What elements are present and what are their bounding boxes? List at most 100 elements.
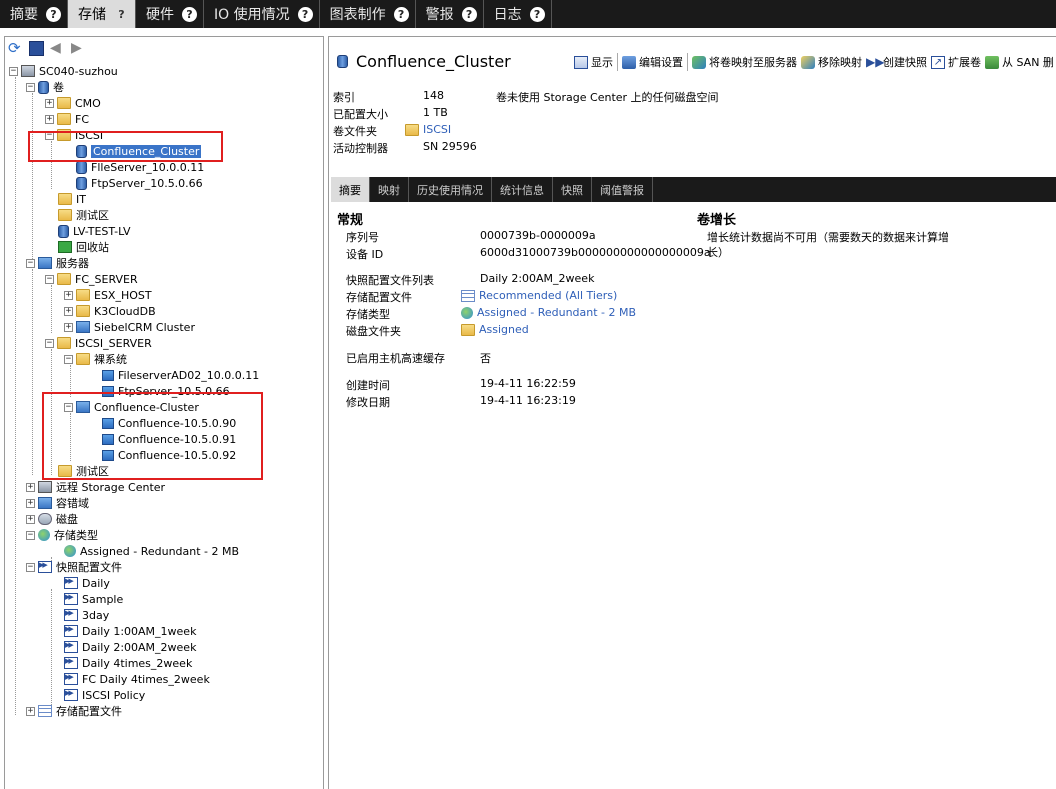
tab-logs[interactable]: 日志? bbox=[484, 0, 552, 28]
folder-icon bbox=[461, 323, 475, 336]
subtab-snapshots[interactable]: 快照 bbox=[553, 177, 592, 202]
help-icon[interactable]: ? bbox=[182, 6, 197, 22]
tree-server-fileserver-ad02[interactable]: FileserverAD02_10.0.0.11 bbox=[102, 367, 259, 383]
map-volume-button[interactable]: 将卷映射至服务器 bbox=[692, 54, 797, 70]
delete-from-san-button[interactable]: 从 SAN 删 bbox=[985, 54, 1054, 70]
disk-folder-link[interactable]: Assigned bbox=[461, 323, 529, 336]
tree-snap-3day[interactable]: 3day bbox=[64, 607, 109, 623]
tree-volumes[interactable]: − 卷 bbox=[26, 79, 64, 95]
tree-root[interactable]: − SC040-suzhou bbox=[9, 63, 118, 79]
tree-snap-daily-4times[interactable]: Daily 4times_2week bbox=[64, 655, 192, 671]
volume-folder-link[interactable]: ISCSI bbox=[405, 123, 451, 136]
tab-charting[interactable]: 图表制作? bbox=[320, 0, 416, 28]
folder-icon bbox=[76, 353, 90, 365]
unmap-icon bbox=[801, 55, 815, 69]
collapse-icon[interactable]: − bbox=[9, 66, 18, 76]
tree-folder-esx-host[interactable]: + ESX_HOST bbox=[64, 287, 152, 303]
help-icon[interactable]: ? bbox=[393, 6, 409, 22]
snapshot-icon: ▶▶ bbox=[866, 54, 885, 69]
tree-snap-daily-1am[interactable]: Daily 1:00AM_1week bbox=[64, 623, 196, 639]
snapshot-profile-icon bbox=[64, 577, 78, 589]
expand-icon[interactable]: + bbox=[26, 482, 35, 492]
expand-icon[interactable]: + bbox=[45, 114, 54, 124]
tree-snap-sample[interactable]: Sample bbox=[64, 591, 123, 607]
help-icon[interactable]: ? bbox=[114, 7, 129, 22]
tree-folder-k3clouddb[interactable]: + K3CloudDB bbox=[64, 303, 156, 319]
subtab-mapping[interactable]: 映射 bbox=[370, 177, 409, 202]
tree-remote-storage-center[interactable]: + 远程 Storage Center bbox=[26, 479, 165, 495]
server-cluster-icon bbox=[76, 321, 90, 333]
tree-fault-domain[interactable]: + 容错域 bbox=[26, 495, 89, 511]
help-icon[interactable]: ? bbox=[529, 6, 545, 22]
tree-storage-type[interactable]: − 存储类型 bbox=[26, 527, 98, 543]
tree-folder-test-area[interactable]: 测试区 bbox=[58, 207, 109, 223]
tab-storage[interactable]: 存储? bbox=[68, 0, 136, 28]
expand-icon[interactable]: + bbox=[45, 98, 54, 108]
tree-assigned-redundant[interactable]: Assigned - Redundant - 2 MB bbox=[64, 543, 239, 559]
collapse-icon[interactable]: − bbox=[26, 82, 35, 92]
edit-icon bbox=[622, 55, 636, 69]
expand-volume-button[interactable]: ↗ 扩展卷 bbox=[931, 54, 981, 70]
tree-disks[interactable]: + 磁盘 bbox=[26, 511, 78, 527]
edit-settings-button[interactable]: 编辑设置 bbox=[622, 54, 683, 70]
collapse-icon[interactable]: − bbox=[45, 338, 54, 348]
tab-hardware[interactable]: 硬件? bbox=[136, 0, 204, 28]
collapse-icon[interactable]: − bbox=[26, 258, 35, 268]
tree-folder-iscsi-server[interactable]: − ISCSI_SERVER bbox=[45, 335, 152, 351]
tree-cluster-siebelcrm[interactable]: + SiebelCRM Cluster bbox=[64, 319, 195, 335]
top-tab-bar: 摘要? 存储? 硬件? IO 使用情况? 图表制作? 警报? 日志? bbox=[0, 0, 1056, 28]
folder-icon bbox=[76, 305, 90, 317]
storage-profile-link[interactable]: Recommended (All Tiers) bbox=[461, 289, 617, 302]
created-time: 19-4-11 16:22:59 bbox=[480, 377, 576, 390]
tree-snap-fc-daily[interactable]: FC Daily 4times_2week bbox=[64, 671, 210, 687]
tree-snap-iscsi-policy[interactable]: ISCSI Policy bbox=[64, 687, 145, 703]
tree-folder-it[interactable]: IT bbox=[58, 191, 86, 207]
tree-toolbar: ⟳ ◀ ▶ bbox=[5, 37, 323, 59]
tree-recycle-bin[interactable]: 回收站 bbox=[58, 239, 109, 255]
subtab-summary[interactable]: 摘要 bbox=[331, 177, 370, 202]
server-icon bbox=[102, 369, 114, 381]
storage-center-icon bbox=[38, 481, 52, 493]
subtab-history-usage[interactable]: 历史使用情况 bbox=[409, 177, 492, 202]
collapse-icon[interactable]: − bbox=[26, 562, 35, 572]
collapse-icon[interactable]: − bbox=[26, 530, 35, 540]
tab-summary[interactable]: 摘要? bbox=[0, 0, 68, 28]
expand-icon[interactable]: + bbox=[26, 706, 35, 716]
expand-icon[interactable]: + bbox=[26, 498, 35, 508]
tree-folder-fc-server[interactable]: − FC_SERVER bbox=[45, 271, 138, 287]
tree-folder-bare-system[interactable]: − 裸系统 bbox=[64, 351, 127, 367]
expand-icon[interactable]: + bbox=[64, 322, 73, 332]
subtab-statistics[interactable]: 统计信息 bbox=[492, 177, 553, 202]
help-icon[interactable]: ? bbox=[46, 6, 61, 22]
tree-folder-cmo[interactable]: + CMO bbox=[45, 95, 101, 111]
tree-storage-profiles[interactable]: + 存储配置文件 bbox=[26, 703, 122, 719]
help-icon[interactable]: ? bbox=[461, 6, 477, 22]
storage-type-icon bbox=[461, 306, 473, 319]
create-snapshot-button[interactable]: ▶▶ 创建快照 bbox=[866, 54, 927, 70]
remove-mapping-button[interactable]: 移除映射 bbox=[801, 54, 862, 70]
refresh-icon[interactable]: ⟳ bbox=[8, 40, 23, 56]
host-cache-value: 否 bbox=[480, 352, 491, 365]
expand-icon[interactable]: + bbox=[64, 306, 73, 316]
help-icon[interactable]: ? bbox=[297, 6, 313, 22]
tab-io-usage[interactable]: IO 使用情况? bbox=[204, 0, 320, 28]
collapse-icon[interactable]: − bbox=[64, 354, 73, 364]
tree-volume-ftpserver[interactable]: FtpServer_10.5.0.66 bbox=[76, 175, 203, 191]
back-arrow-icon[interactable]: ◀ bbox=[50, 40, 65, 56]
tree-folder-fc[interactable]: + FC bbox=[45, 111, 89, 127]
collapse-icon[interactable]: − bbox=[45, 274, 54, 284]
tree-snapshot-profiles[interactable]: −快照配置文件 bbox=[26, 559, 122, 575]
expand-icon[interactable]: + bbox=[26, 514, 35, 524]
show-button[interactable]: 显示 bbox=[574, 54, 613, 70]
tree-snap-daily[interactable]: Daily bbox=[64, 575, 110, 591]
tab-alerts[interactable]: 警报? bbox=[416, 0, 484, 28]
snapshot-profile-icon bbox=[64, 593, 78, 605]
forward-arrow-icon[interactable]: ▶ bbox=[71, 40, 86, 56]
storage-type-link[interactable]: Assigned - Redundant - 2 MB bbox=[461, 306, 636, 319]
expand-icon[interactable]: + bbox=[64, 290, 73, 300]
tree-servers[interactable]: − 服务器 bbox=[26, 255, 89, 271]
subtab-threshold-alerts[interactable]: 阈值警报 bbox=[592, 177, 653, 202]
save-icon[interactable] bbox=[29, 40, 44, 56]
tree-snap-daily-2am[interactable]: Daily 2:00AM_2week bbox=[64, 639, 196, 655]
tree-volume-lv-test[interactable]: LV-TEST-LV bbox=[58, 223, 131, 239]
